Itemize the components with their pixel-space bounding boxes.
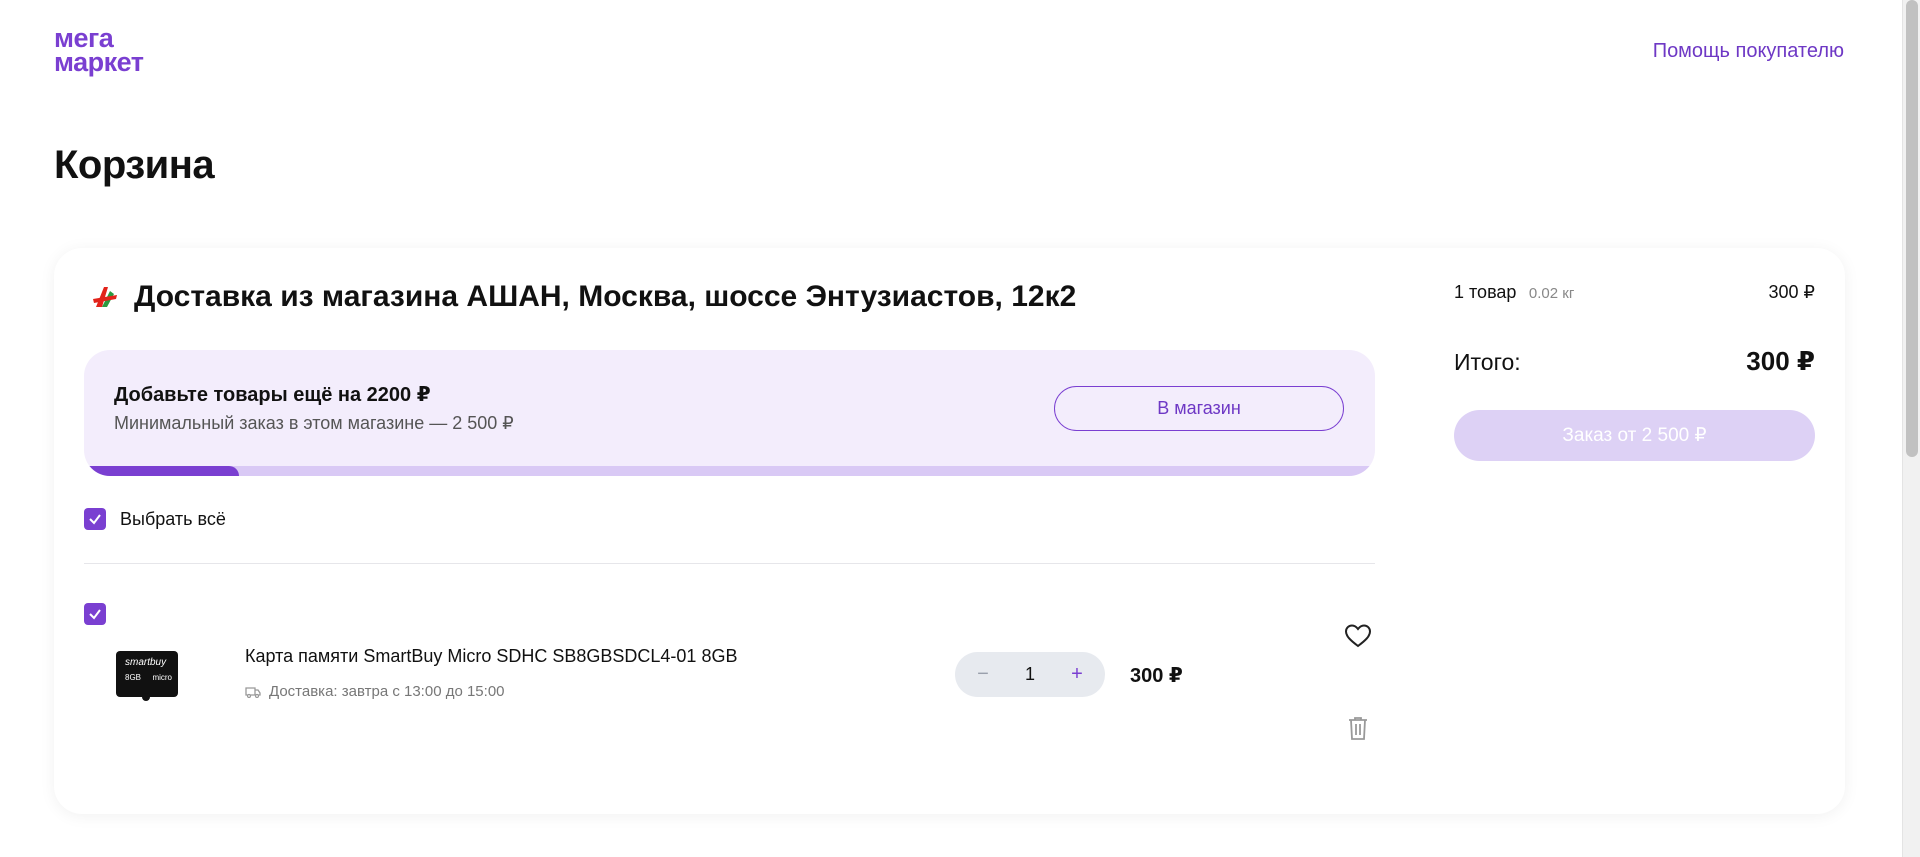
auchan-logo-icon bbox=[93, 287, 117, 307]
go-to-store-button[interactable]: В магазин bbox=[1054, 386, 1344, 431]
select-all-checkbox[interactable] bbox=[84, 508, 106, 530]
select-all-label: Выбрать всё bbox=[120, 508, 226, 529]
truck-icon bbox=[245, 686, 261, 698]
summary-line: 1 товар 0.02 кг 300 ₽ bbox=[1454, 282, 1815, 303]
progress-fill bbox=[84, 466, 239, 476]
page-title: Корзина bbox=[54, 143, 215, 187]
promo-subtitle: Минимальный заказ в этом магазине — 2 50… bbox=[114, 413, 514, 433]
total-value: 300 ₽ bbox=[1746, 346, 1815, 376]
megamarket-logo[interactable]: мега маркет bbox=[54, 25, 144, 77]
help-link[interactable]: Помощь покупателю bbox=[1653, 40, 1844, 63]
product-image-capacity: 8GB bbox=[125, 673, 142, 682]
delivery-info: Доставка: завтра с 13:00 до 15:00 bbox=[245, 683, 505, 700]
store-title: Доставка из магазина АШАН, Москва, шоссе… bbox=[134, 280, 1077, 313]
promo-title: Добавьте товары ещё на 2200 ₽ bbox=[114, 384, 431, 406]
summary-weight: 0.02 кг bbox=[1528, 285, 1575, 302]
select-all[interactable]: Выбрать всё bbox=[84, 508, 226, 530]
logo-line2: маркет bbox=[54, 47, 144, 77]
item-checkbox[interactable] bbox=[84, 603, 106, 625]
order-button[interactable]: Заказ от 2 500 ₽ bbox=[1454, 410, 1815, 461]
product-name[interactable]: Карта памяти SmartBuy Micro SDHC SB8GBSD… bbox=[245, 646, 737, 667]
check-icon bbox=[89, 609, 101, 620]
product-image-brand: smartbuy bbox=[125, 657, 167, 668]
delivery-text: Доставка: завтра с 13:00 до 15:00 bbox=[269, 683, 505, 700]
page: мега маркет Помощь покупателю Корзина До… bbox=[0, 0, 1902, 857]
scrollbar-thumb[interactable] bbox=[1906, 0, 1918, 457]
summary-count: 1 товар bbox=[1454, 282, 1517, 302]
total-label: Итого: bbox=[1454, 349, 1521, 375]
min-order-progress bbox=[84, 466, 1375, 476]
product-image[interactable]: smartbuy 8GB micro bbox=[116, 651, 178, 701]
heart-icon[interactable] bbox=[1344, 623, 1372, 649]
total-line: Итого: 300 ₽ bbox=[1454, 346, 1815, 377]
card-notch bbox=[142, 693, 150, 701]
decrease-button[interactable]: − bbox=[973, 663, 993, 686]
increase-button[interactable]: + bbox=[1067, 663, 1087, 686]
quantity-stepper: − 1 + bbox=[955, 652, 1105, 697]
cart-item: smartbuy 8GB micro Карта памяти SmartBuy… bbox=[84, 603, 1375, 763]
summary-subtotal: 300 ₽ bbox=[1768, 282, 1816, 302]
item-price: 300 ₽ bbox=[1130, 665, 1183, 687]
page-scrollbar[interactable] bbox=[1902, 0, 1920, 857]
divider bbox=[84, 563, 1375, 564]
check-icon bbox=[89, 514, 101, 525]
trash-icon[interactable] bbox=[1346, 715, 1370, 741]
min-order-banner: Добавьте товары ещё на 2200 ₽ Минимальны… bbox=[84, 350, 1375, 476]
product-image-type: micro bbox=[152, 673, 172, 682]
quantity-value[interactable]: 1 bbox=[1025, 664, 1035, 685]
cart-card: Доставка из магазина АШАН, Москва, шоссе… bbox=[54, 248, 1845, 814]
store-header: Доставка из магазина АШАН, Москва, шоссе… bbox=[90, 280, 1076, 314]
